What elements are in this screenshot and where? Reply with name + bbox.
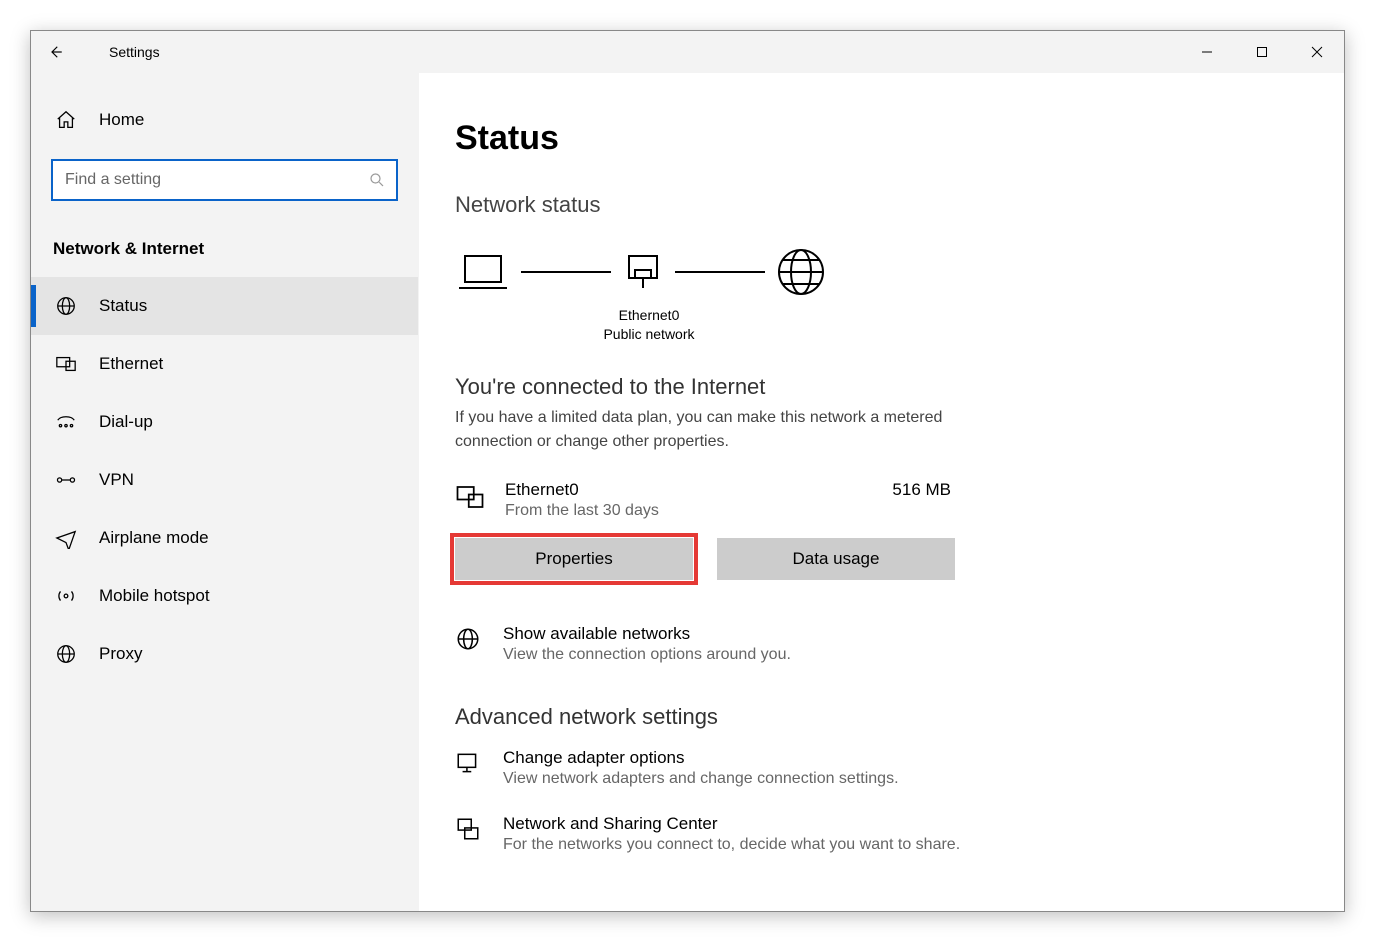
sidebar: Home Network & Internet (31, 73, 419, 911)
network-sharing-center[interactable]: Network and Sharing Center For the netwo… (455, 814, 1308, 854)
sidebar-item-vpn[interactable]: VPN (31, 451, 418, 509)
close-button[interactable] (1289, 31, 1344, 73)
diagram-adapter-name: Ethernet0 (589, 306, 709, 325)
connected-subtext: If you have a limited data plan, you can… (455, 406, 975, 454)
window-title: Settings (109, 44, 160, 60)
airplane-icon (55, 527, 77, 549)
sidebar-item-label: Mobile hotspot (99, 586, 210, 606)
advanced-heading: Advanced network settings (455, 704, 1308, 730)
sidebar-section-title: Network & Internet (53, 239, 418, 259)
search-box[interactable] (51, 159, 398, 201)
network-status-heading: Network status (455, 192, 1308, 218)
back-arrow-icon (46, 43, 64, 61)
sidebar-item-hotspot[interactable]: Mobile hotspot (31, 567, 418, 625)
sidebar-item-label: Airplane mode (99, 528, 209, 548)
properties-button[interactable]: Properties (455, 538, 693, 580)
home-icon (55, 109, 77, 131)
maximize-button[interactable] (1234, 31, 1289, 73)
diagram-line (675, 271, 765, 273)
proxy-icon (55, 643, 77, 665)
back-button[interactable] (31, 31, 79, 73)
search-wrapper (51, 159, 398, 201)
adapter-options-icon (455, 750, 481, 776)
sidebar-item-label: Ethernet (99, 354, 163, 374)
ethernet-icon (55, 353, 77, 375)
network-diagram (455, 246, 1308, 298)
window-controls (1179, 31, 1344, 73)
show-available-networks[interactable]: Show available networks View the connect… (455, 624, 1308, 664)
globe-icon (55, 295, 77, 317)
sidebar-item-dialup[interactable]: Dial-up (31, 393, 418, 451)
hotspot-icon (55, 585, 77, 607)
globe-icon (455, 626, 481, 652)
ethernet-icon (455, 482, 485, 512)
window-body: Home Network & Internet (31, 73, 1344, 911)
search-icon (368, 171, 386, 189)
diagram-caption: Ethernet0 Public network (589, 306, 709, 344)
page-title: Status (455, 119, 1308, 158)
diagram-line (521, 271, 611, 273)
adapter-name: Ethernet0 (505, 480, 659, 500)
data-usage-button[interactable]: Data usage (717, 538, 955, 580)
sidebar-item-ethernet[interactable]: Ethernet (31, 335, 418, 393)
diagram-adapter-type: Public network (589, 325, 709, 344)
main-content: Status Network status (419, 73, 1344, 911)
sharing-sub: For the networks you connect to, decide … (503, 836, 960, 854)
adapter-options-sub: View network adapters and change connect… (503, 770, 899, 788)
sidebar-item-airplane[interactable]: Airplane mode (31, 509, 418, 567)
minimize-button[interactable] (1179, 31, 1234, 73)
globe-large-icon (775, 246, 827, 298)
sharing-title: Network and Sharing Center (503, 814, 960, 834)
sidebar-item-label: Status (99, 296, 147, 316)
laptop-icon (455, 250, 511, 294)
home-nav[interactable]: Home (31, 101, 418, 139)
sidebar-item-proxy[interactable]: Proxy (31, 625, 418, 683)
adapter-row: Ethernet0 From the last 30 days 516 MB (455, 480, 951, 520)
available-sub: View the connection options around you. (503, 646, 791, 664)
dialup-icon (55, 411, 77, 433)
vpn-icon (55, 469, 77, 491)
settings-window: Settings Home (30, 30, 1345, 912)
sidebar-item-label: VPN (99, 470, 134, 490)
ethernet-port-icon (621, 250, 665, 294)
adapter-sub: From the last 30 days (505, 502, 659, 520)
home-label: Home (99, 110, 144, 130)
adapter-buttons: Properties Data usage (455, 538, 1308, 580)
adapter-options-title: Change adapter options (503, 748, 899, 768)
connected-heading: You're connected to the Internet (455, 374, 1308, 400)
adapter-usage: 516 MB (892, 480, 951, 500)
available-title: Show available networks (503, 624, 791, 644)
adapter-meta: Ethernet0 From the last 30 days (505, 480, 659, 520)
titlebar: Settings (31, 31, 1344, 73)
change-adapter-options[interactable]: Change adapter options View network adap… (455, 748, 1308, 788)
sharing-center-icon (455, 816, 481, 842)
sidebar-item-label: Dial-up (99, 412, 153, 432)
sidebar-item-label: Proxy (99, 644, 142, 664)
sidebar-item-status[interactable]: Status (31, 277, 418, 335)
search-input[interactable] (63, 170, 368, 190)
